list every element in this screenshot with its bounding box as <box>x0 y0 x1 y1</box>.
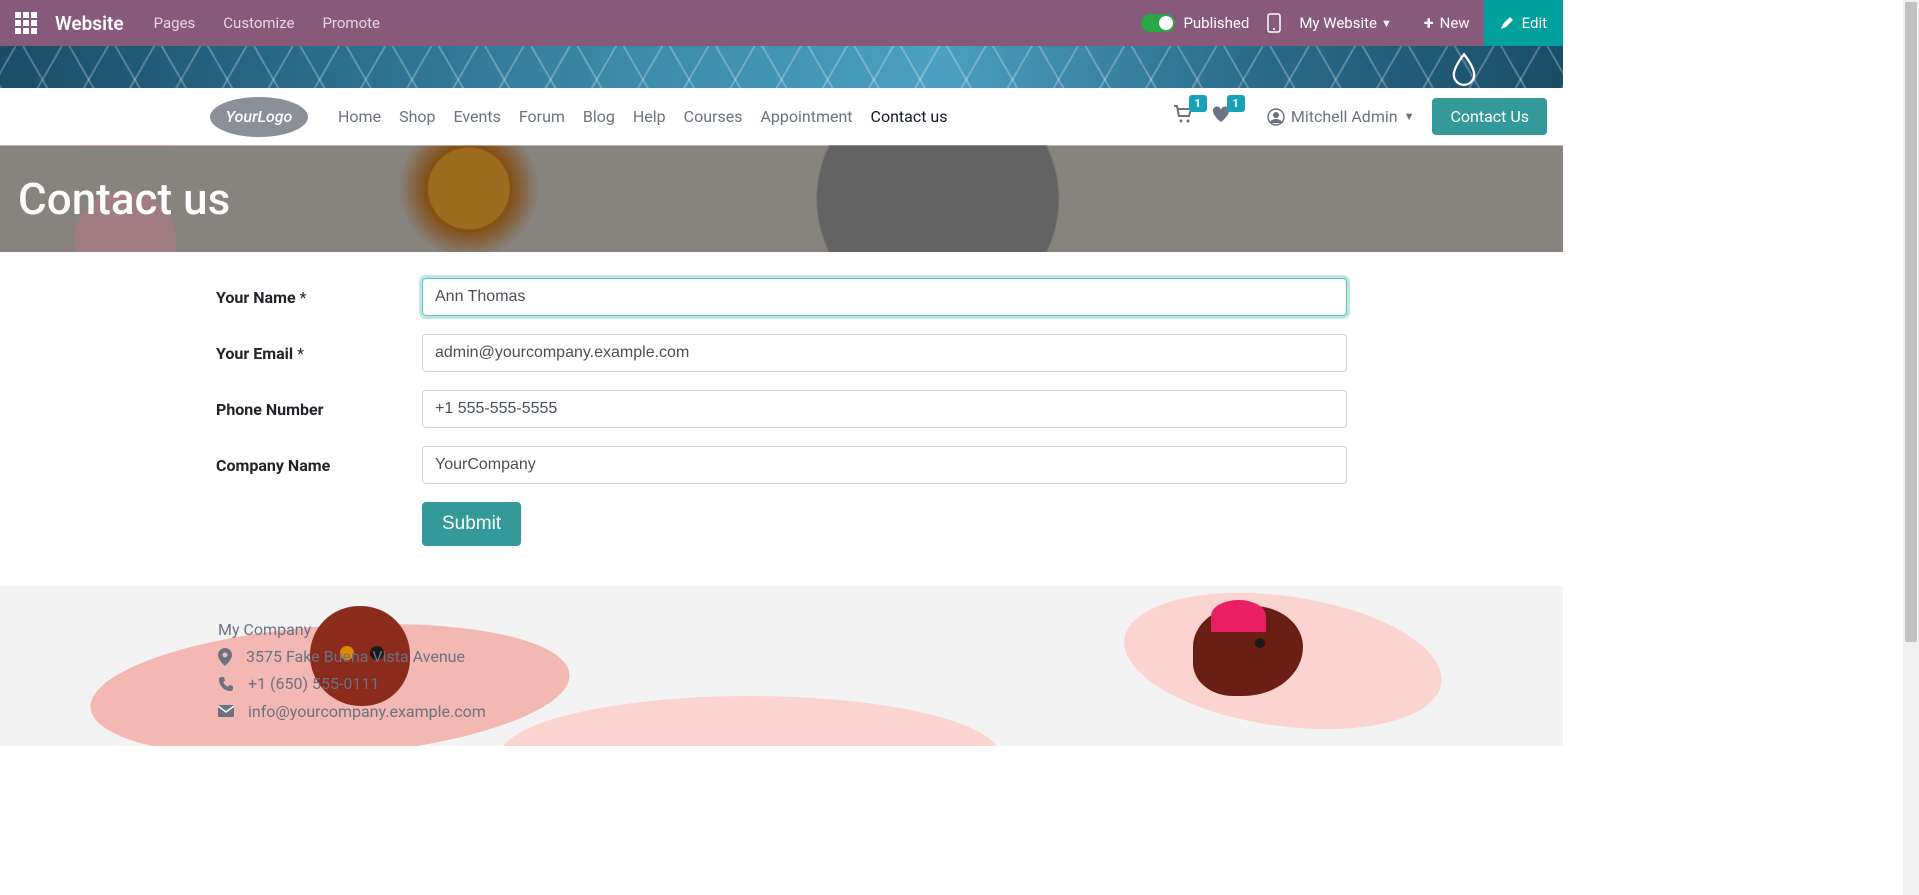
brand-label[interactable]: Website <box>55 12 124 35</box>
label-company: Company Name <box>216 456 422 475</box>
label-text: Phone Number <box>216 400 324 419</box>
input-company[interactable] <box>422 446 1347 484</box>
my-website-label: My Website <box>1299 14 1377 32</box>
edit-label: Edit <box>1522 14 1547 32</box>
contact-us-button[interactable]: Contact Us <box>1432 98 1547 135</box>
caret-down-icon: ▼ <box>1381 17 1392 30</box>
footer-phone[interactable]: +1 (650) 555-0111 <box>248 670 379 697</box>
nav-courses[interactable]: Courses <box>684 107 743 126</box>
admin-menu-customize[interactable]: Customize <box>223 14 294 32</box>
user-name: Mitchell Admin <box>1291 107 1398 126</box>
nav-contact[interactable]: Contact us <box>871 107 948 126</box>
label-phone: Phone Number <box>216 400 422 419</box>
footer: My Company 3575 Fake Buena Vista Avenue … <box>0 586 1563 746</box>
published-toggle[interactable] <box>1141 14 1175 32</box>
hero-banner: Contact us <box>0 145 1563 252</box>
theme-drop-icon[interactable] <box>1450 52 1478 86</box>
phone-icon <box>218 676 234 692</box>
admin-bar: Website Pages Customize Promote Publishe… <box>0 0 1563 46</box>
new-button[interactable]: + New <box>1410 0 1484 46</box>
new-label: New <box>1440 14 1470 32</box>
published-label: Published <box>1183 14 1249 32</box>
input-your-name[interactable] <box>422 278 1347 316</box>
nav-appointment[interactable]: Appointment <box>760 107 852 126</box>
plus-icon: + <box>1424 13 1434 34</box>
cart-icon[interactable]: 1 <box>1173 105 1193 128</box>
site-logo[interactable]: YourLogo <box>210 97 308 137</box>
logo-text-2: Logo <box>258 107 293 126</box>
page-title: Contact us <box>18 173 230 225</box>
mail-icon <box>218 705 234 717</box>
nav-shop[interactable]: Shop <box>399 107 435 126</box>
label-text: Your Name <box>216 288 296 307</box>
edit-button[interactable]: Edit <box>1484 0 1563 46</box>
input-phone[interactable] <box>422 390 1347 428</box>
label-text: Company Name <box>216 456 330 475</box>
submit-button[interactable]: Submit <box>422 502 521 546</box>
nav-help[interactable]: Help <box>633 107 666 126</box>
label-text: Your Email <box>216 344 293 363</box>
label-your-email: Your Email * <box>216 344 422 363</box>
scrollbar-thumb[interactable] <box>1905 2 1917 642</box>
scrollbar[interactable] <box>1903 0 1919 895</box>
required-marker: * <box>297 344 304 363</box>
logo-text-1: Your <box>226 107 258 126</box>
user-icon <box>1267 108 1285 126</box>
footer-address: 3575 Fake Buena Vista Avenue <box>246 643 465 670</box>
apps-grid-icon[interactable] <box>15 12 37 34</box>
contact-form: Your Name * Your Email * Phone Number Co… <box>0 252 1563 586</box>
banner-strip <box>0 46 1563 88</box>
nav-blog[interactable]: Blog <box>583 107 615 126</box>
caret-down-icon: ▼ <box>1404 110 1415 123</box>
required-marker: * <box>300 288 307 307</box>
cart-badge: 1 <box>1189 95 1207 112</box>
site-nav: YourLogo Home Shop Events Forum Blog Hel… <box>0 88 1563 145</box>
admin-menu-promote[interactable]: Promote <box>322 14 380 32</box>
footer-company: My Company <box>218 616 1563 643</box>
map-pin-icon <box>218 648 232 666</box>
wishlist-badge: 1 <box>1227 95 1245 112</box>
my-website-dropdown[interactable]: My Website ▼ <box>1299 14 1392 32</box>
nav-events[interactable]: Events <box>453 107 500 126</box>
input-your-email[interactable] <box>422 334 1347 372</box>
admin-menu-pages[interactable]: Pages <box>154 14 196 32</box>
nav-home[interactable]: Home <box>338 107 381 126</box>
pencil-icon <box>1500 16 1514 30</box>
wishlist-icon[interactable]: 1 <box>1211 105 1231 128</box>
user-menu[interactable]: Mitchell Admin ▼ <box>1267 107 1415 126</box>
label-your-name: Your Name * <box>216 288 422 307</box>
mobile-preview-icon[interactable] <box>1267 13 1281 33</box>
footer-email[interactable]: info@yourcompany.example.com <box>248 698 486 725</box>
nav-forum[interactable]: Forum <box>519 107 565 126</box>
